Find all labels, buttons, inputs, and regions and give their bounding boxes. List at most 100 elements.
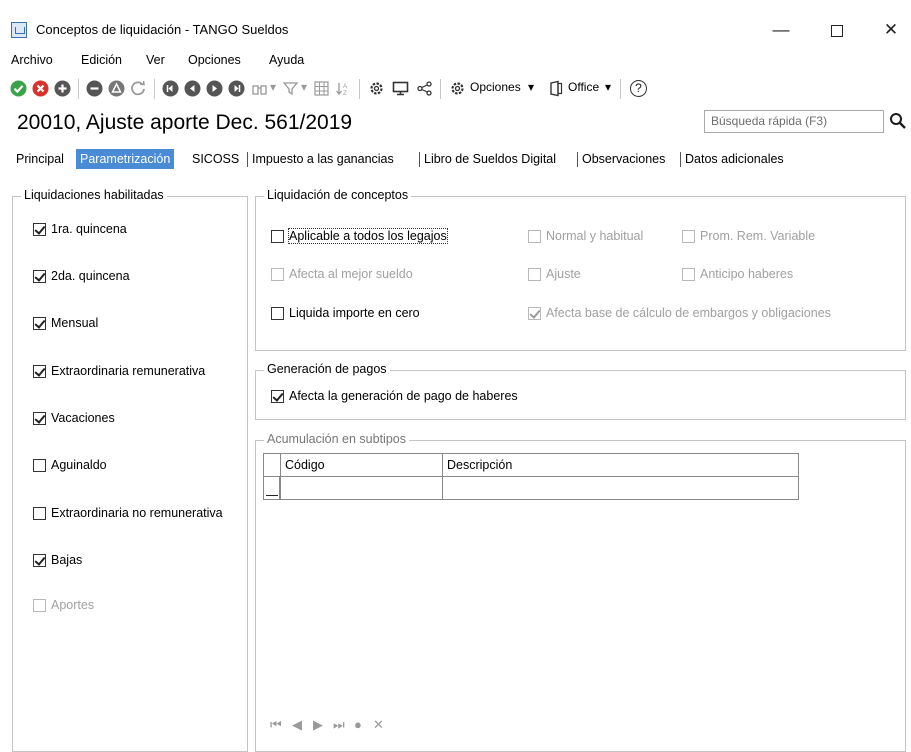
menu-opciones[interactable]: Opciones	[188, 53, 241, 67]
liquidacion-checkbox[interactable]: Extraordinaria no remunerativa	[33, 506, 223, 520]
page-title: 20010, Ajuste aporte Dec. 561/2019	[17, 111, 353, 134]
checkbox-box	[528, 229, 541, 243]
afecta-base-calculo-embargos-checkbox[interactable]: Afecta base de cálculo de embargos y obl…	[528, 306, 831, 320]
first-record-icon[interactable]	[162, 80, 179, 97]
menu-ver[interactable]: Ver	[146, 53, 165, 67]
minimize-button[interactable]: —	[758, 18, 804, 42]
liquidacion-conceptos-legend: Liquidación de conceptos	[264, 188, 412, 202]
quick-search-input[interactable]: Búsqueda rápida (F3)	[704, 110, 884, 133]
warning-icon[interactable]	[108, 80, 125, 97]
column-descripcion[interactable]: Descripción	[447, 458, 512, 472]
maximize-icon	[831, 24, 843, 37]
grid-divider	[280, 454, 281, 499]
anticipo-haberes-checkbox[interactable]: Anticipo haberes	[682, 267, 793, 281]
previous-record-icon[interactable]	[184, 80, 201, 97]
checkbox-label: Aplicable a todos los legajos	[288, 228, 448, 244]
delete-icon[interactable]	[86, 80, 103, 97]
checkbox-box	[271, 306, 284, 320]
tab-impuesto-ganancias[interactable]: Impuesto a las ganancias	[248, 149, 398, 169]
liquidacion-checkbox[interactable]: 1ra. quincena	[33, 222, 127, 236]
checkbox-box	[33, 506, 46, 520]
tab-principal[interactable]: Principal	[12, 149, 68, 169]
gear-icon[interactable]	[368, 80, 385, 97]
prom-rem-variable-checkbox[interactable]: Prom. Rem. Variable	[682, 229, 815, 243]
menu-archivo[interactable]: Archivo	[11, 53, 53, 67]
checkbox-label: Afecta al mejor sueldo	[289, 267, 413, 281]
nav-next-icon[interactable]: ▶	[313, 717, 323, 733]
binoculars-icon[interactable]	[251, 80, 268, 97]
checkbox-label: Afecta base de cálculo de embargos y obl…	[546, 306, 831, 320]
nav-delete-icon[interactable]: ✕	[373, 717, 384, 733]
tab-sicoss[interactable]: SICOSS	[188, 149, 243, 169]
liquidacion-checkbox[interactable]: Vacaciones	[33, 411, 115, 425]
column-codigo[interactable]: Código	[285, 458, 325, 472]
checkbox-box	[33, 269, 46, 283]
monitor-icon[interactable]	[392, 80, 409, 97]
checkbox-label: Aguinaldo	[51, 458, 107, 472]
afecta-mejor-sueldo-checkbox[interactable]: Afecta al mejor sueldo	[271, 267, 413, 281]
add-icon[interactable]	[54, 80, 71, 97]
checkbox-label: Prom. Rem. Variable	[700, 229, 816, 243]
subtipos-grid[interactable]: Código Descripción	[263, 453, 799, 500]
liquida-importe-cero-checkbox[interactable]: Liquida importe en cero	[271, 306, 420, 320]
liquidaciones-legend: Liquidaciones habilitadas	[21, 188, 167, 202]
tab-datos-adicionales[interactable]: Datos adicionales	[681, 149, 788, 169]
menu-edicion[interactable]: Edición	[81, 53, 122, 67]
liquidacion-checkbox[interactable]: Aportes	[33, 598, 94, 612]
checkbox-label: Normal y habitual	[546, 229, 644, 243]
acumulacion-legend: Acumulación en subtipos	[264, 432, 409, 446]
aplicable-todos-legajos-checkbox[interactable]: Aplicable a todos los legajos	[271, 228, 448, 244]
office-button[interactable]: Office	[568, 80, 599, 94]
checkbox-box	[33, 598, 46, 612]
maximize-button[interactable]	[814, 18, 860, 42]
row-selector[interactable]	[264, 477, 280, 499]
refresh-icon[interactable]	[130, 80, 147, 97]
checkbox-label: Ajuste	[546, 267, 581, 281]
liquidacion-checkbox[interactable]: Aguinaldo	[33, 458, 107, 472]
help-icon[interactable]: ?	[630, 80, 647, 97]
checkbox-label: 2da. quincena	[51, 269, 130, 283]
opciones-button[interactable]: Opciones	[470, 80, 521, 94]
office-dropdown-icon[interactable]: ▾	[605, 80, 611, 94]
checkbox-box	[33, 411, 46, 425]
nav-record-icon[interactable]: ●	[354, 717, 362, 732]
tab-parametrizacion[interactable]: Parametrización	[76, 149, 175, 169]
nav-last-icon[interactable]: ⏭	[333, 717, 345, 733]
title-bar: Conceptos de liquidación - TANGO Sueldos…	[0, 0, 911, 42]
filter-dropdown-icon[interactable]: ▾	[301, 80, 307, 94]
svg-text:A: A	[343, 84, 347, 90]
normal-habitual-checkbox[interactable]: Normal y habitual	[528, 229, 643, 243]
afecta-generacion-pago-checkbox[interactable]: Afecta la generación de pago de haberes	[271, 389, 518, 403]
share-icon[interactable]	[416, 80, 433, 97]
liquidacion-checkbox[interactable]: Bajas	[33, 553, 82, 567]
tab-libro-sueldos-digital[interactable]: Libro de Sueldos Digital	[420, 149, 560, 169]
cancel-icon[interactable]	[32, 80, 49, 97]
tab-observaciones[interactable]: Observaciones	[578, 149, 669, 169]
ajuste-checkbox[interactable]: Ajuste	[528, 267, 581, 281]
checkbox-box	[33, 553, 46, 567]
menu-bar: Archivo Edición Ver Opciones Ayuda	[0, 53, 911, 71]
checkbox-label: 1ra. quincena	[51, 222, 127, 236]
close-button[interactable]: ✕	[868, 18, 911, 42]
next-record-icon[interactable]	[206, 80, 223, 97]
liquidacion-checkbox[interactable]: 2da. quincena	[33, 269, 130, 283]
filter-icon[interactable]	[282, 80, 299, 97]
nav-first-icon[interactable]: ⏮	[270, 717, 282, 733]
nav-previous-icon[interactable]: ◀	[292, 717, 302, 733]
toolbar-separator	[359, 79, 360, 99]
grid-icon[interactable]	[313, 80, 330, 97]
menu-ayuda[interactable]: Ayuda	[269, 53, 304, 67]
search-icon[interactable]	[889, 112, 907, 130]
liquidacion-checkbox[interactable]: Mensual	[33, 316, 98, 330]
sort-icon[interactable]: AZ	[335, 80, 352, 97]
liquidacion-checkbox[interactable]: Extraordinaria remunerativa	[33, 364, 205, 378]
opciones-dropdown-icon[interactable]: ▾	[528, 80, 534, 94]
office-icon[interactable]	[547, 80, 564, 97]
accept-icon[interactable]	[10, 80, 27, 97]
checkbox-label: Extraordinaria no remunerativa	[51, 506, 223, 520]
opciones-gear-icon[interactable]	[449, 80, 466, 97]
binoculars-dropdown-icon[interactable]: ▾	[270, 80, 276, 94]
last-record-icon[interactable]	[228, 80, 245, 97]
checkbox-box	[33, 364, 46, 378]
toolbar-separator	[78, 79, 79, 99]
